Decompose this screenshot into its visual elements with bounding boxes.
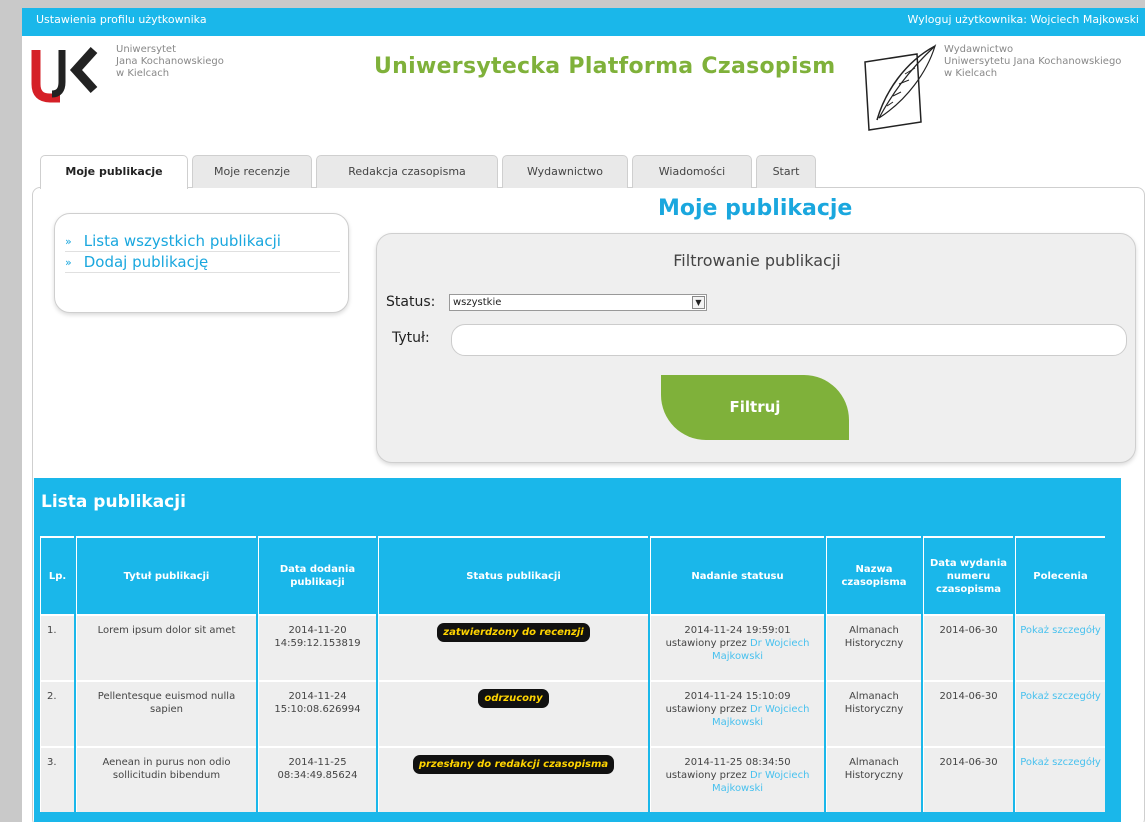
status-label: Status: <box>386 294 436 310</box>
table-row: 2. Pellentesque euismod nulla sapien 201… <box>40 680 1105 746</box>
logout-link[interactable]: Wyloguj użytkownika: Wojciech Majkowski <box>908 13 1139 26</box>
actions-cell: Pokaż szczegóły <box>1015 680 1105 746</box>
university-name: Uniwersytet Jana Kochanowskiego w Kielca… <box>116 44 224 80</box>
issue-date: 2014-06-30 <box>923 680 1013 746</box>
status-assigned-cell: 2014-11-24 19:59:01 ustawiony przez Dr W… <box>650 614 824 680</box>
status-cell: przesłany do redakcji czasopisma <box>378 746 648 812</box>
menu-item-label: Lista wszystkich publikacji <box>83 232 281 250</box>
show-details-link[interactable]: Pokaż szczegóły <box>1020 757 1101 768</box>
publication-title: Pellentesque euismod nulla sapien <box>76 680 256 746</box>
column-header: Status publikacji <box>378 536 648 614</box>
table-header-row: Lp. Tytuł publikacji Data dodania publik… <box>40 536 1105 614</box>
tab-wiadomosci[interactable]: Wiadomości <box>632 155 752 188</box>
window-top-edge <box>0 0 1145 8</box>
row-number: 3. <box>40 746 74 812</box>
journal-name: Almanach Historyczny <box>826 746 921 812</box>
filter-button[interactable]: Filtruj <box>661 375 849 440</box>
status-select-value: wszystkie <box>453 297 502 308</box>
menu-item-all-publications[interactable]: » Lista wszystkich publikacji <box>65 232 340 252</box>
table-row: 1. Lorem ipsum dolor sit amet 2014-11-20… <box>40 614 1105 680</box>
menu-item-add-publication[interactable]: » Dodaj publikację <box>65 253 340 273</box>
menu-item-label: Dodaj publikację <box>83 253 209 271</box>
quill-logo-icon <box>864 44 937 131</box>
actions-cell: Pokaż szczegóły <box>1015 614 1105 680</box>
bullet-icon: » <box>65 256 72 269</box>
actions-cell: Pokaż szczegóły <box>1015 746 1105 812</box>
side-menu: » Lista wszystkich publikacji » Dodaj publ… <box>54 213 349 313</box>
table-row: 3. Aenean in purus non odio sollicitudin… <box>40 746 1105 812</box>
ujk-logo-icon <box>31 46 98 103</box>
date-added: 2014-11-25 08:34:49.85624 <box>258 746 376 812</box>
dropdown-arrow-icon[interactable]: ▼ <box>692 296 705 309</box>
top-bar: Ustawienia profilu użytkownika Wyloguj u… <box>22 8 1145 36</box>
publisher-name-line: w Kielcach <box>944 68 998 79</box>
column-header: Data wydania numeru czasopisma <box>923 536 1013 614</box>
status-cell: zatwierdzony do recenzji <box>378 614 648 680</box>
profile-settings-link[interactable]: Ustawienia profilu użytkownika <box>36 13 207 26</box>
tab-moje-recenzje[interactable]: Moje recenzje <box>192 155 312 188</box>
publisher-name: Wydawnictwo Uniwersytetu Jana Kochanowsk… <box>944 44 1121 80</box>
publication-title: Aenean in purus non odio sollicitudin bi… <box>76 746 256 812</box>
row-number: 1. <box>40 614 74 680</box>
filter-panel: Filtrowanie publikacji Status: wszystkie… <box>376 233 1136 463</box>
column-header: Data dodania publikacji <box>258 536 376 614</box>
column-header: Nadanie statusu <box>650 536 824 614</box>
list-title: Lista publikacji <box>41 492 186 512</box>
title-label: Tytuł: <box>392 330 430 346</box>
tab-start[interactable]: Start <box>756 155 816 188</box>
platform-title: Uniwersytecka Platforma Czasopism <box>374 54 836 79</box>
status-date: 2014-11-24 19:59:01 <box>684 625 791 636</box>
column-header: Lp. <box>40 536 74 614</box>
status-select[interactable]: wszystkie ▼ <box>449 294 707 311</box>
status-badge: przesłany do redakcji czasopisma <box>412 755 615 774</box>
filter-title: Filtrowanie publikacji <box>673 251 841 270</box>
tab-moje-publikacje[interactable]: Moje publikacje <box>40 155 188 189</box>
publisher-name-line: Wydawnictwo <box>944 44 1014 55</box>
column-header: Nazwa czasopisma <box>826 536 921 614</box>
status-assigned-cell: 2014-11-24 15:10:09 ustawiony przez Dr W… <box>650 680 824 746</box>
issue-date: 2014-06-30 <box>923 614 1013 680</box>
tab-redakcja-czasopisma[interactable]: Redakcja czasopisma <box>316 155 498 188</box>
university-name-line: Jana Kochanowskiego <box>116 56 224 67</box>
status-date: 2014-11-24 15:10:09 <box>684 691 791 702</box>
university-name-line: w Kielcach <box>116 68 170 79</box>
set-by-prefix: ustawiony przez <box>665 638 747 649</box>
row-number: 2. <box>40 680 74 746</box>
publication-title: Lorem ipsum dolor sit amet <box>76 614 256 680</box>
column-header: Tytuł publikacji <box>76 536 256 614</box>
university-name-line: Uniwersytet <box>116 44 176 55</box>
publications-table: Lp. Tytuł publikacji Data dodania publik… <box>38 536 1107 812</box>
page: Ustawienia profilu użytkownika Wyloguj u… <box>22 8 1145 822</box>
date-added: 2014-11-20 14:59:12.153819 <box>258 614 376 680</box>
page-title: Moje publikacje <box>658 196 853 221</box>
status-badge: odrzucony <box>478 689 549 708</box>
title-input[interactable] <box>451 324 1127 356</box>
column-header: Polecenia <box>1015 536 1105 614</box>
show-details-link[interactable]: Pokaż szczegóły <box>1020 691 1101 702</box>
bullet-icon: » <box>65 235 72 248</box>
tab-wydawnictwo[interactable]: Wydawnictwo <box>502 155 628 188</box>
set-by-prefix: ustawiony przez <box>665 770 747 781</box>
publisher-name-line: Uniwersytetu Jana Kochanowskiego <box>944 56 1122 67</box>
window-left-edge <box>0 0 22 822</box>
browser-frame: Ustawienia profilu użytkownika Wyloguj u… <box>0 0 1145 822</box>
status-date: 2014-11-25 08:34:50 <box>684 757 791 768</box>
date-added: 2014-11-24 15:10:08.626994 <box>258 680 376 746</box>
status-assigned-cell: 2014-11-25 08:34:50 ustawiony przez Dr W… <box>650 746 824 812</box>
journal-name: Almanach Historyczny <box>826 614 921 680</box>
set-by-prefix: ustawiony przez <box>665 704 747 715</box>
journal-name: Almanach Historyczny <box>826 680 921 746</box>
status-badge: zatwierdzony do recenzji <box>437 623 590 642</box>
status-cell: odrzucony <box>378 680 648 746</box>
issue-date: 2014-06-30 <box>923 746 1013 812</box>
publication-list: Lista publikacji Lp. Tytuł publikacji Da… <box>34 478 1121 822</box>
show-details-link[interactable]: Pokaż szczegóły <box>1020 625 1101 636</box>
